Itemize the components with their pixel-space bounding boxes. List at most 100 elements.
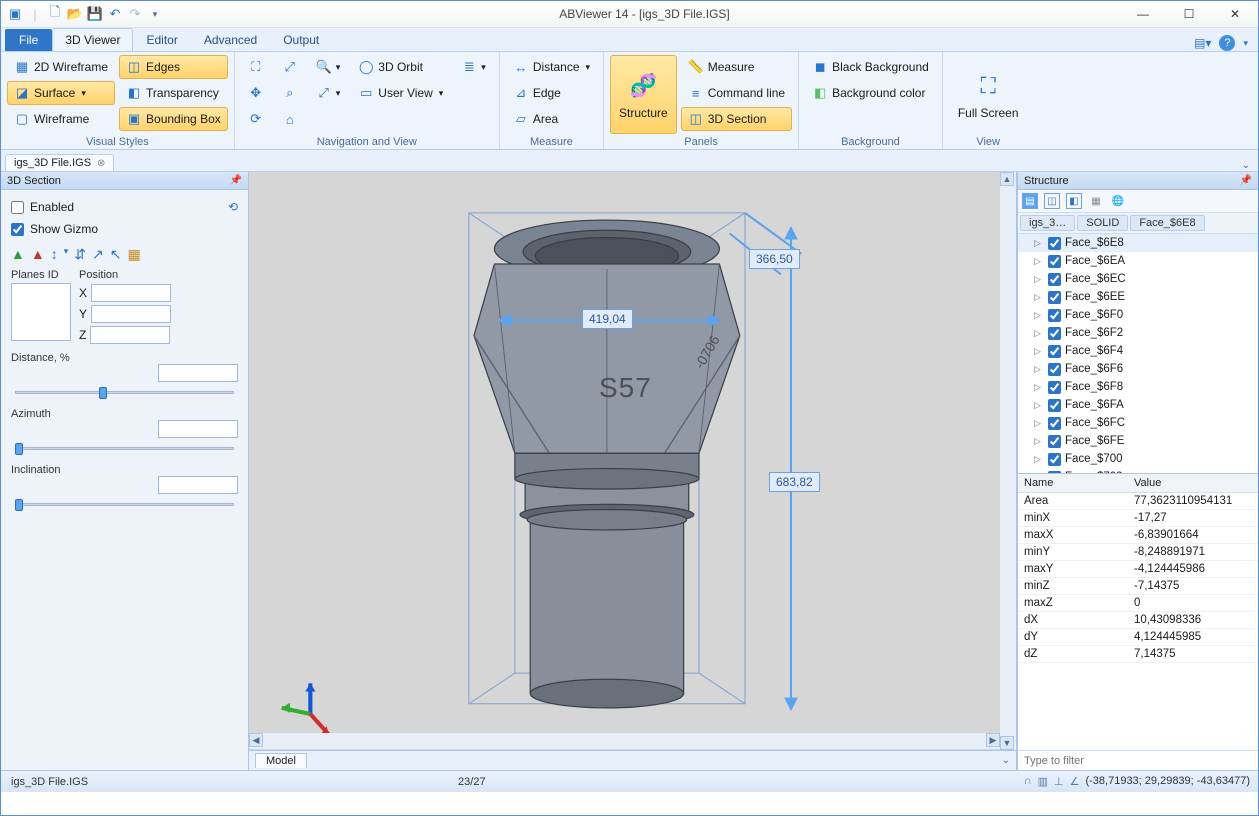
crumb-face[interactable]: Face_$6E8 — [1130, 215, 1204, 231]
tree-node-checkbox[interactable] — [1048, 237, 1061, 250]
cube-icon[interactable]: ▣ — [7, 6, 23, 22]
scroll-down-icon[interactable]: ▼ — [1000, 736, 1014, 750]
prop-row[interactable]: maxY-4,124445986 — [1018, 561, 1258, 578]
tree-twisty-icon[interactable]: ▷ — [1034, 382, 1044, 393]
tree-node-checkbox[interactable] — [1048, 381, 1061, 394]
surface-button[interactable]: ◪Surface▾ — [7, 81, 115, 105]
plane-ex2-icon[interactable]: ↖ — [110, 246, 122, 263]
tab-advanced[interactable]: Advanced — [191, 28, 270, 51]
wireframe2d-button[interactable]: ▦2D Wireframe — [7, 55, 115, 79]
wireframe-button[interactable]: ▢Wireframe — [7, 107, 115, 131]
tab-editor[interactable]: Editor — [133, 28, 190, 51]
scroll-up-icon[interactable]: ▲ — [1000, 172, 1014, 186]
tree-node[interactable]: ▷Face_$6F0 — [1018, 306, 1258, 324]
close-tab-icon[interactable]: ⊗ — [97, 158, 105, 169]
tree-node-checkbox[interactable] — [1048, 291, 1061, 304]
prop-row[interactable]: dZ7,14375 — [1018, 646, 1258, 663]
plane-dd-icon[interactable]: ▾ — [64, 246, 69, 263]
tree-twisty-icon[interactable]: ▷ — [1034, 418, 1044, 429]
tree-node[interactable]: ▷Face_$6EE — [1018, 288, 1258, 306]
y-input[interactable] — [91, 305, 171, 323]
open-icon[interactable]: 📂 — [67, 6, 83, 22]
undo-icon[interactable]: ↶ — [107, 6, 123, 22]
orbit-button[interactable]: ◯3D Orbit — [351, 55, 450, 79]
expand-tabs-icon[interactable]: ⌄ — [1242, 160, 1250, 171]
status-magnet-icon[interactable]: ∩ — [1024, 775, 1032, 788]
st-tool-5-icon[interactable]: 🌐 — [1110, 193, 1126, 209]
save-icon[interactable]: 💾 — [87, 6, 103, 22]
tree-node[interactable]: ▷Face_$6F4 — [1018, 342, 1258, 360]
tree-node[interactable]: ▷Face_$6FA — [1018, 396, 1258, 414]
distance-button[interactable]: ↔Distance▾ — [506, 55, 597, 79]
nav-btn-1[interactable]: ⛶ — [241, 55, 271, 79]
tab-file[interactable]: File — [5, 29, 52, 51]
inclination-input[interactable] — [158, 476, 238, 494]
scale-dropdown[interactable]: ⤢▾ — [309, 81, 348, 105]
nav-btn-5[interactable]: ⌕ — [275, 81, 305, 105]
st-tool-4-icon[interactable]: ▦ — [1088, 193, 1104, 209]
maximize-button[interactable]: ☐ — [1166, 1, 1212, 28]
tree-node[interactable]: ▷Face_$6F8 — [1018, 378, 1258, 396]
distance-slider[interactable] — [11, 384, 238, 400]
viewport-3d[interactable]: 366,50 419,04 683,82 S57 -0706 ▲ ▼ ◀ ▶ M… — [249, 172, 1017, 770]
crumb-file[interactable]: igs_3… — [1020, 215, 1075, 231]
scroll-left-icon[interactable]: ◀ — [249, 733, 263, 747]
nav-btn-ex[interactable]: ≣▾ — [454, 55, 493, 79]
plane-ex3-icon[interactable]: ▦ — [127, 246, 140, 263]
edge-button[interactable]: ⊿Edge — [506, 81, 597, 105]
tree-node-checkbox[interactable] — [1048, 417, 1061, 430]
cmd-panel-button[interactable]: ≡Command line — [681, 81, 792, 105]
minimize-button[interactable]: — — [1120, 1, 1166, 28]
bg-color-button[interactable]: ◧Background color — [805, 81, 936, 105]
plane-ex1-icon[interactable]: ↗ — [92, 246, 104, 263]
tree-twisty-icon[interactable]: ▷ — [1034, 310, 1044, 321]
viewport-vscroll[interactable]: ▲ ▼ — [1000, 172, 1016, 750]
azimuth-input[interactable] — [158, 420, 238, 438]
tree-twisty-icon[interactable]: ▷ — [1034, 292, 1044, 303]
nav-btn-3[interactable]: ⟳ — [241, 107, 271, 131]
section-panel-button[interactable]: ◫3D Section — [681, 107, 792, 131]
crumb-solid[interactable]: SOLID — [1077, 215, 1128, 231]
x-input[interactable] — [91, 284, 171, 302]
bounding-box-button[interactable]: ▣Bounding Box — [119, 107, 228, 131]
tree-twisty-icon[interactable]: ▷ — [1034, 238, 1044, 249]
plane-del-icon[interactable]: ▲ — [31, 246, 45, 263]
tree-node-checkbox[interactable] — [1048, 327, 1061, 340]
tree-node[interactable]: ▷Face_$6EA — [1018, 252, 1258, 270]
tree-twisty-icon[interactable]: ▷ — [1034, 274, 1044, 285]
nav-btn-2[interactable]: ✥ — [241, 81, 271, 105]
pin-icon[interactable]: 📌 — [230, 175, 242, 186]
plane-add-icon[interactable]: ▲ — [11, 246, 25, 263]
tree-node[interactable]: ▷Face_$6FE — [1018, 432, 1258, 450]
transparency-button[interactable]: ◧Transparency — [119, 81, 228, 105]
tree-node-checkbox[interactable] — [1048, 435, 1061, 448]
structure-tree[interactable]: ▷Face_$6E8▷Face_$6EA▷Face_$6EC▷Face_$6EE… — [1018, 234, 1258, 474]
prop-row[interactable]: dY4,124445985 — [1018, 629, 1258, 646]
prop-row[interactable]: maxZ0 — [1018, 595, 1258, 612]
tree-node[interactable]: ▷Face_$6E8 — [1018, 234, 1258, 252]
nav-btn-4[interactable]: ⤢ — [275, 55, 305, 79]
tree-node-checkbox[interactable] — [1048, 399, 1061, 412]
plane-z-icon[interactable]: ↕ — [51, 246, 58, 263]
reset-icon[interactable]: ⟲ — [228, 200, 238, 214]
qat-dropdown-icon[interactable]: ▾ — [147, 6, 163, 22]
prop-row[interactable]: minZ-7,14375 — [1018, 578, 1258, 595]
planes-id-list[interactable] — [11, 283, 71, 341]
tree-node-checkbox[interactable] — [1048, 273, 1061, 286]
status-snap-icon[interactable]: ▥ — [1038, 775, 1048, 788]
document-tab[interactable]: igs_3D File.IGS ⊗ — [5, 154, 114, 171]
status-perp-icon[interactable]: ⊥ — [1054, 775, 1064, 788]
prop-row[interactable]: Area77,3623110954131 — [1018, 493, 1258, 510]
new-icon[interactable]: 🗋 — [47, 6, 63, 22]
tree-twisty-icon[interactable]: ▷ — [1034, 364, 1044, 375]
redo-icon[interactable]: ↷ — [127, 6, 143, 22]
enabled-checkbox[interactable] — [11, 201, 24, 214]
st-tool-3-icon[interactable]: ◧ — [1066, 193, 1082, 209]
st-tool-1-icon[interactable]: ▤ — [1022, 193, 1038, 209]
gizmo-checkbox[interactable] — [11, 223, 24, 236]
edges-button[interactable]: ◫Edges — [119, 55, 228, 79]
prop-row[interactable]: dX10,43098336 — [1018, 612, 1258, 629]
tree-node[interactable]: ▷Face_$6F6 — [1018, 360, 1258, 378]
tab-output[interactable]: Output — [270, 28, 332, 51]
tree-twisty-icon[interactable]: ▷ — [1034, 454, 1044, 465]
